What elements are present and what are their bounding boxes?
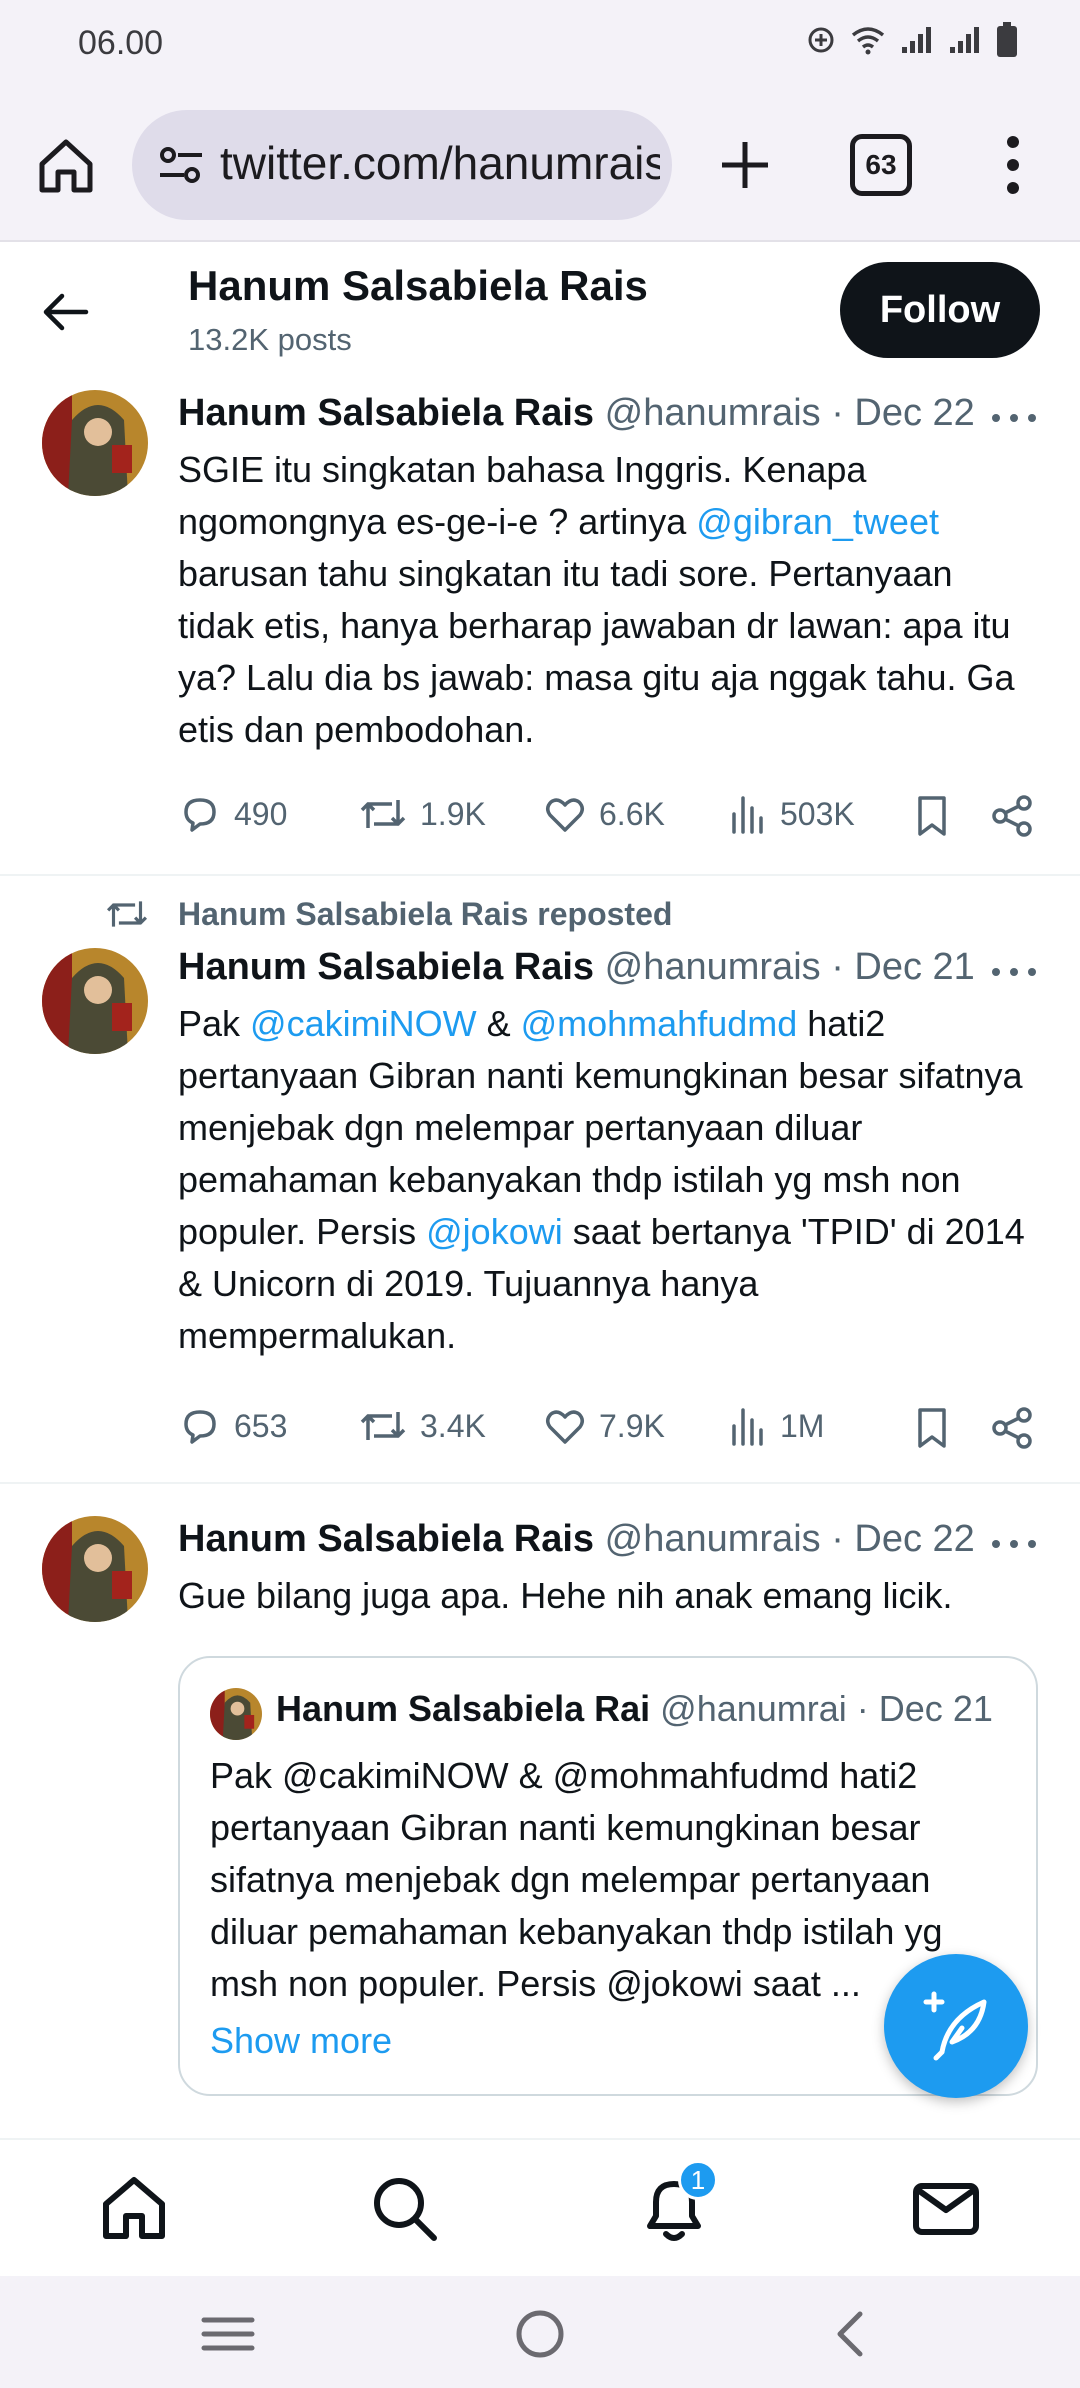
- bookmark-icon[interactable]: [912, 1406, 952, 1450]
- tweet-text-segment: barusan tahu singkatan itu tadi sore. Pe…: [178, 553, 1015, 750]
- quoted-author-name: Hanum Salsabiela Rai: [276, 1688, 651, 1729]
- author-handle-date: @hanumrais · Dec 22: [604, 1518, 975, 1560]
- avatar[interactable]: [42, 1516, 148, 1622]
- reply-count: 653: [234, 1407, 288, 1444]
- reply-button[interactable]: 653: [178, 1404, 287, 1448]
- repost-icon: [360, 1412, 406, 1440]
- quoted-tweet-header: Hanum Salsabiela Rai @hanumrai · Dec 21: [276, 1688, 993, 1730]
- mention-link[interactable]: @gibran_tweet: [696, 501, 939, 542]
- site-settings-icon[interactable]: [156, 140, 206, 190]
- author-handle-date: @hanumrais · Dec 21: [604, 946, 975, 988]
- share-icon[interactable]: [990, 794, 1034, 838]
- status-time: 06.00: [78, 24, 164, 62]
- signal-icon-2: [950, 27, 979, 53]
- profile-post-count: 13.2K posts: [188, 322, 352, 357]
- views-chart-icon: [732, 796, 763, 834]
- heart-icon: [546, 1410, 584, 1444]
- tweet-header: Hanum Salsabiela Rais @hanumrais · Dec 2…: [178, 392, 975, 435]
- mention-link[interactable]: @mohmahfudmd: [521, 1003, 798, 1044]
- author-name[interactable]: Hanum Salsabiela Rais: [178, 946, 594, 988]
- repost-note[interactable]: Hanum Salsabiela Rais reposted: [178, 896, 672, 933]
- avatar[interactable]: [42, 390, 148, 496]
- tweet-text: Gue bilang juga apa. Hehe nih anak emang…: [178, 1575, 953, 1616]
- tweet-text-segment: Pak: [178, 1003, 251, 1044]
- repost-count: 1.9K: [420, 795, 486, 832]
- author-handle-date: @hanumrais · Dec 22: [604, 392, 975, 434]
- profile-header: Hanum Salsabiela Rais 13.2K posts Follow: [0, 244, 1080, 374]
- browser-toolbar: twitter.com/hanumrais 63: [0, 90, 1080, 242]
- nav-search-icon[interactable]: [366, 2170, 442, 2246]
- tweet-header: Hanum Salsabiela Rais @hanumrais · Dec 2…: [178, 946, 975, 989]
- back-arrow-icon[interactable]: [38, 284, 94, 340]
- tweet-text: SGIE itu singkatan bahasa Inggris. Kenap…: [178, 444, 1038, 756]
- browser-menu-icon[interactable]: [998, 130, 1028, 200]
- tweet[interactable]: Hanum Salsabiela Rais reposted Hanum Sal…: [0, 876, 1080, 1484]
- more-options-icon[interactable]: [992, 962, 1036, 982]
- like-count: 7.9K: [599, 1407, 665, 1444]
- reply-icon: [184, 1410, 216, 1444]
- reply-icon: [184, 798, 216, 832]
- address-bar[interactable]: twitter.com/hanumrais: [132, 110, 672, 220]
- repost-count: 3.4K: [420, 1407, 486, 1444]
- mention-link[interactable]: @jokowi: [426, 1211, 563, 1252]
- system-back-icon[interactable]: [822, 2306, 882, 2362]
- like-button[interactable]: 6.6K: [543, 792, 665, 836]
- views-button[interactable]: 1M: [728, 1404, 824, 1448]
- bottom-navigation: [0, 2138, 1080, 2274]
- tab-switcher-button[interactable]: 63: [850, 134, 912, 196]
- tweet-text-segment: &: [476, 1003, 521, 1044]
- status-bar: 06.00: [0, 0, 1080, 90]
- like-count: 6.6K: [599, 795, 665, 832]
- repost-icon: [360, 800, 406, 828]
- more-options-icon[interactable]: [992, 408, 1036, 428]
- data-saver-icon: [808, 27, 834, 53]
- share-icon[interactable]: [990, 1406, 1034, 1450]
- author-name[interactable]: Hanum Salsabiela Rais: [178, 1518, 594, 1560]
- tweet-actions: 653 3.4K 7.9K 1M: [178, 1404, 1038, 1454]
- mention-link[interactable]: @cakimiNOW: [250, 1003, 477, 1044]
- quoted-tweet-text: Pak @cakimiNOW & @mohmahfudmd hati2 pert…: [210, 1755, 943, 2004]
- tweet[interactable]: Hanum Salsabiela Rais @hanumrais · Dec 2…: [0, 374, 1080, 876]
- repost-indicator-icon: [106, 901, 148, 927]
- tweet-actions: 490 1.9K 6.6K 503K: [178, 792, 1038, 842]
- wifi-icon: [851, 27, 885, 55]
- system-home-icon[interactable]: [510, 2306, 570, 2362]
- compose-tweet-button[interactable]: [884, 1954, 1028, 2098]
- new-tab-icon[interactable]: [710, 130, 780, 200]
- views-count: 503K: [780, 795, 855, 832]
- compose-feather-icon: [923, 1991, 987, 2061]
- system-navigation-bar: [0, 2276, 1080, 2388]
- repost-button[interactable]: 3.4K: [358, 1404, 486, 1448]
- views-count: 1M: [780, 1407, 825, 1444]
- url-text[interactable]: twitter.com/hanumrais: [220, 136, 660, 190]
- more-options-icon[interactable]: [992, 1534, 1036, 1554]
- quoted-author-handle-date: @hanumrai · Dec 21: [660, 1688, 993, 1729]
- bookmark-icon[interactable]: [912, 794, 952, 838]
- signal-icon: [902, 27, 931, 53]
- nav-messages-icon[interactable]: [908, 2170, 984, 2246]
- like-button[interactable]: 7.9K: [543, 1404, 665, 1448]
- repost-button[interactable]: 1.9K: [358, 792, 486, 836]
- profile-name: Hanum Salsabiela Rais: [188, 262, 648, 309]
- tweet-header: Hanum Salsabiela Rais @hanumrais · Dec 2…: [178, 1518, 975, 1561]
- tweet-text: Pak @cakimiNOW & @mohmahfudmd hati2 pert…: [178, 998, 1038, 1362]
- browser-home-icon[interactable]: [34, 134, 98, 198]
- show-more-link[interactable]: Show more: [210, 2020, 392, 2062]
- notification-badge: 1: [678, 2160, 718, 2200]
- reply-count: 490: [234, 795, 288, 832]
- reply-button[interactable]: 490: [178, 792, 287, 836]
- views-button[interactable]: 503K: [728, 792, 855, 836]
- battery-icon: [997, 22, 1017, 57]
- status-icons: [806, 22, 1018, 58]
- author-name[interactable]: Hanum Salsabiela Rais: [178, 392, 594, 434]
- avatar: [210, 1688, 262, 1740]
- heart-icon: [546, 798, 584, 832]
- nav-home-icon[interactable]: [96, 2170, 172, 2246]
- follow-button[interactable]: Follow: [840, 262, 1040, 358]
- avatar[interactable]: [42, 948, 148, 1054]
- views-chart-icon: [732, 1408, 763, 1446]
- recent-apps-icon[interactable]: [198, 2306, 258, 2362]
